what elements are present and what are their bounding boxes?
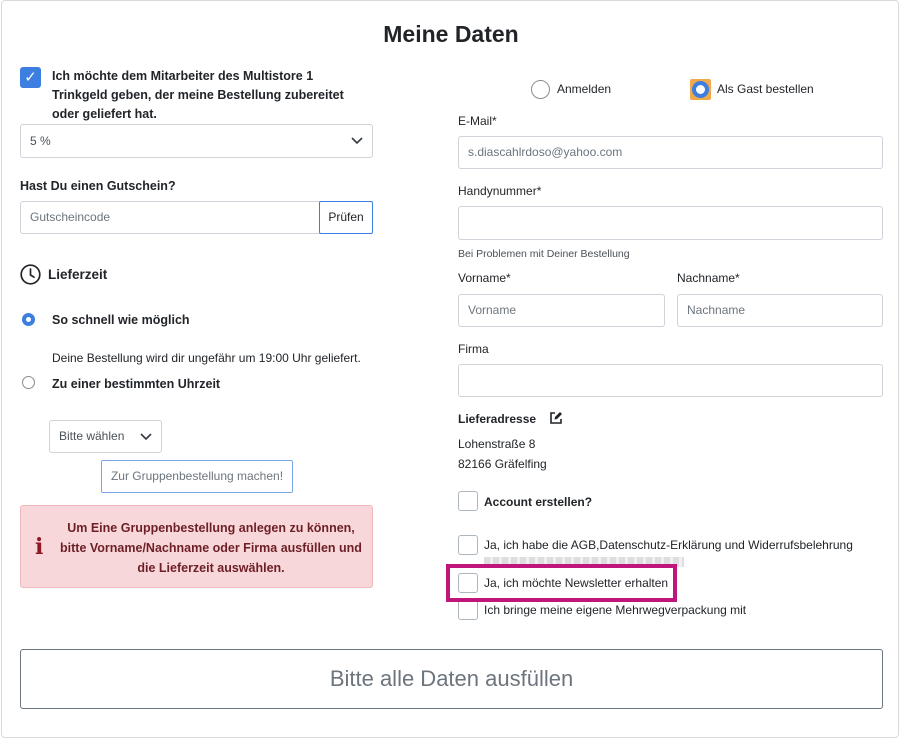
voucher-input[interactable]: Gutscheincode [20,201,320,234]
email-label: E-Mail* [458,114,497,128]
company-label: Firma [458,342,489,356]
firstname-label: Vorname* [458,271,511,285]
create-account-label: Account erstellen? [484,495,593,509]
delivery-heading: Lieferzeit [48,267,108,282]
login-label: Anmelden [557,82,612,96]
address-street: Lohenstraße 8 [458,437,536,451]
guest-label: Als Gast bestellen [717,82,814,96]
checkout-card: Meine Daten ✓ Ich möchte dem Mitarbeiter… [1,0,899,738]
radio-specific-time[interactable] [22,376,35,389]
phone-field[interactable] [458,206,883,240]
voucher-label: Hast Du einen Gutschein? [20,179,176,193]
address-heading: Lieferadresse [458,412,537,426]
check-voucher-button[interactable]: Prüfen [319,201,373,234]
email-field[interactable]: s.diascahlrdoso@yahoo.com [458,136,883,169]
terms-label: Ja, ich habe die AGB,Datenschutz-Erkläru… [484,538,853,552]
newsletter-checkbox[interactable] [458,573,478,593]
edit-icon[interactable] [549,411,563,425]
group-order-alert: i Um Eine Gruppenbestellung anlegen zu k… [20,505,373,588]
lastname-field[interactable]: Nachname [677,294,883,327]
alert-text: Um Eine Gruppenbestellung anlegen zu kön… [60,521,362,575]
lastname-label: Nachname* [677,271,740,285]
submit-button[interactable]: Bitte alle Daten ausfüllen [20,649,883,709]
terms-checkbox[interactable] [458,535,478,555]
chevron-down-icon [140,432,152,440]
clock-icon [20,264,41,285]
chevron-down-icon [351,137,363,145]
asap-note: Deine Bestellung wird dir ungefähr um 19… [52,351,361,365]
terms-label-overflow [484,557,684,567]
tip-label: Ich möchte dem Mitarbeiter des Multistor… [52,69,344,121]
checkmark-icon: ✓ [24,69,37,86]
phone-hint: Bei Problemen mit Deiner Bestellung [458,248,630,260]
asap-label: So schnell wie möglich [52,313,190,327]
firstname-field[interactable]: Vorname [458,294,665,327]
radio-asap[interactable] [22,313,35,326]
page-title: Meine Daten [383,21,519,47]
info-icon: i [35,534,44,560]
firstname-placeholder: Vorname [468,303,517,317]
group-order-button[interactable]: Zur Gruppenbestellung machen! [101,460,293,493]
tip-checkbox[interactable]: ✓ [20,67,41,88]
phone-label: Handynummer* [458,184,542,198]
tip-select-value: 5 % [30,134,51,148]
company-field[interactable] [458,364,883,397]
tip-select[interactable]: 5 % [20,124,373,158]
radio-guest[interactable] [692,81,709,98]
time-select-value: Bitte wählen [59,429,125,443]
newsletter-label: Ja, ich möchte Newsletter erhalten [484,576,669,590]
specific-time-label: Zu einer bestimmten Uhrzeit [52,377,221,391]
reusable-packaging-label: Ich bringe meine eigene Mehrwegverpackun… [484,603,747,617]
address-city: 82166 Gräfelfing [458,457,547,471]
email-value: s.diascahlrdoso@yahoo.com [468,145,623,159]
radio-login[interactable] [531,80,550,99]
lastname-placeholder: Nachname [687,303,746,317]
voucher-placeholder: Gutscheincode [30,210,111,224]
time-select[interactable]: Bitte wählen [49,420,162,453]
create-account-checkbox[interactable] [458,491,478,511]
reusable-packaging-checkbox[interactable] [458,600,478,620]
